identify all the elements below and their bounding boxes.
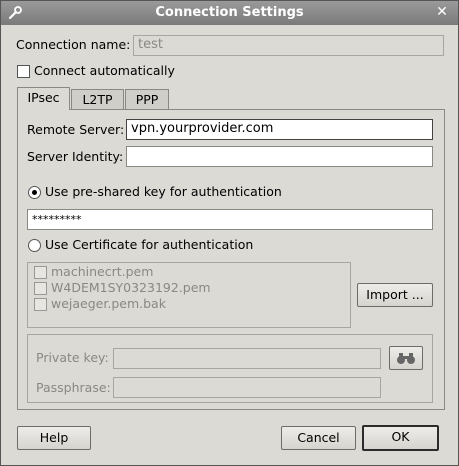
cancel-button[interactable]: Cancel (281, 426, 356, 450)
browse-button[interactable] (389, 346, 423, 370)
certificate-item: W4DEM1SY0323192.pem (51, 280, 211, 295)
ok-button[interactable]: OK (362, 425, 439, 451)
passphrase-label: Passphrase: (36, 380, 111, 395)
connect-automatically-checkbox[interactable] (17, 65, 30, 78)
connection-name-label: Connection name: (16, 37, 130, 52)
certificate-checkbox[interactable] (34, 298, 47, 311)
tab-ppp[interactable]: PPP (125, 89, 169, 110)
private-key-input[interactable] (113, 348, 381, 369)
binoculars-icon (397, 353, 415, 364)
import-button[interactable]: Import ... (357, 283, 433, 307)
psk-radio-label: Use pre-shared key for authentication (45, 184, 282, 199)
remote-server-input[interactable]: vpn.yourprovider.com (126, 119, 433, 140)
certificate-radio-label: Use Certificate for authentication (45, 237, 254, 252)
title-bar[interactable]: Connection Settings ✕ (1, 1, 458, 25)
certificate-checkbox[interactable] (34, 282, 47, 295)
connect-automatically-label: Connect automatically (34, 63, 175, 78)
tab-ipsec[interactable]: IPsec (17, 87, 70, 110)
remote-server-label: Remote Server: (27, 122, 125, 137)
connection-name-label-text: Connection name: (16, 37, 131, 52)
server-identity-input[interactable] (126, 146, 433, 167)
psk-radio[interactable] (28, 186, 41, 199)
certificate-radio[interactable] (28, 239, 41, 252)
certificate-checkbox[interactable] (34, 266, 47, 279)
private-key-label: Private key: (36, 350, 109, 365)
certificate-item: wejaeger.pem.bak (51, 296, 166, 311)
connection-settings-window: Connection Settings ✕ Connection name: t… (0, 0, 459, 466)
help-button[interactable]: Help (17, 426, 91, 450)
psk-input[interactable]: ********* (27, 209, 433, 230)
connection-name-field[interactable]: test (133, 35, 444, 56)
close-icon[interactable]: ✕ (434, 4, 450, 20)
tab-l2tp[interactable]: L2TP (71, 89, 124, 110)
certificate-item: machinecrt.pem (51, 264, 154, 279)
server-identity-label: Server Identity: (27, 149, 124, 164)
window-title: Connection Settings (155, 5, 304, 20)
passphrase-input[interactable] (113, 377, 381, 398)
